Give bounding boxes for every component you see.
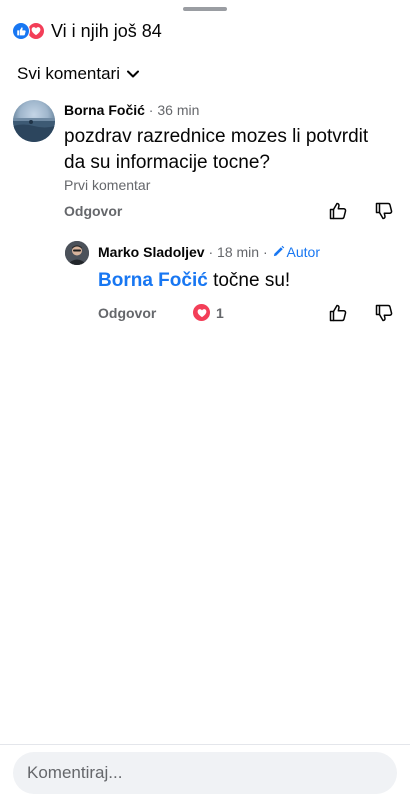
thumbs-down-icon[interactable] [374,303,394,323]
like-icon [12,22,30,40]
comment-text: pozdrav razrednice mozes li potvrdit da … [64,126,369,173]
comment-time: 36 min [157,102,200,118]
love-icon [192,303,211,322]
love-count-value: 1 [216,304,224,321]
mention-link[interactable]: Borna Fočić [98,270,208,291]
thumbs-up-icon[interactable] [328,201,348,221]
comment-sort-label: Svi komentari [17,64,120,83]
comment-input[interactable] [13,752,397,794]
reply-text: Borna Fočić točne su! [98,268,394,294]
meta-separator: · [144,102,158,118]
comments-sheet: Vi i njih još 84 Svi komentari Borna Foč… [0,0,410,800]
reply-author[interactable]: Marko Sladoljev · 18 min · Autor [98,244,320,260]
reply-button[interactable]: Odgovor [64,203,122,219]
divider [0,744,410,745]
meta-separator: · [204,244,218,260]
thumbs-up-icon[interactable] [328,303,348,323]
reactions-summary-text: Vi i njih još 84 [51,20,162,41]
reply-text-content: točne su! [207,270,291,291]
comment-sort-dropdown[interactable]: Svi komentari [17,64,140,84]
comment-author-name[interactable]: Borna Fočić [64,102,145,118]
reactions-summary[interactable]: Vi i njih još 84 [12,19,162,43]
chevron-down-icon [126,67,140,81]
author-badge-label: Autor [286,244,320,260]
pencil-icon [273,245,284,257]
avatar[interactable] [13,100,55,142]
reply-author-name[interactable]: Marko Sladoljev [98,244,205,260]
author-badge: Autor [272,244,320,260]
drag-handle[interactable] [183,7,227,11]
comment-author[interactable]: Borna Fočić · 36 min [64,102,199,118]
reply-time: 18 min [217,244,260,260]
reaction-count[interactable]: 1 [192,303,224,322]
meta-separator: · [259,244,272,260]
reply-button[interactable]: Odgovor [98,305,156,321]
first-comment-label: Prvi komentar [64,177,151,193]
avatar[interactable] [65,241,89,265]
thumbs-down-icon[interactable] [374,201,394,221]
